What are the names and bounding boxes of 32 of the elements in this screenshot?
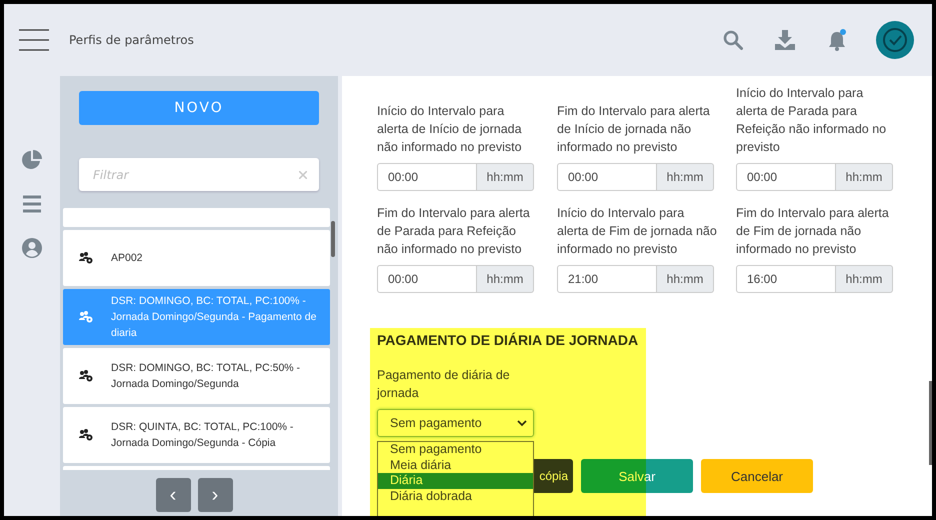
page-title: Perfis de parâmetros bbox=[69, 33, 194, 47]
page-button[interactable]: › bbox=[198, 478, 232, 512]
profile-name: DSR: DOMINGO, BC: TOTAL, PC:100% - Jornada Domingo/Segunda - Pagamento de diaria bbox=[111, 294, 318, 341]
filter-field[interactable]: Filtrar bbox=[79, 158, 319, 191]
unit-addon: hh:mm bbox=[477, 265, 534, 293]
field-label: Início do Intervalo para alerta de Parada para Refeição não informado no previsto bbox=[736, 85, 888, 156]
unit-addon: hh:mm bbox=[836, 163, 893, 191]
profile-item[interactable]: DSR: DOMINGO, BC: TOTAL, PC:50% - Jornada Domingo/Segunda bbox=[63, 348, 330, 404]
field-label: Fim do Intervalo para alerta de Início de jornada não informado no previsto bbox=[557, 103, 711, 156]
unit-addon: hh:mm bbox=[836, 265, 893, 293]
field-label: Fim do Intervalo para alerta de Fim de jornada não informado no previsto bbox=[736, 205, 890, 258]
time-input[interactable]: 00:00 bbox=[557, 163, 657, 191]
field-label: Fim do Intervalo para alerta de Parada para Refeição não informado no previsto bbox=[377, 205, 531, 258]
page-button[interactable]: ‹ bbox=[156, 478, 190, 512]
cancel-button[interactable]: Cancelar bbox=[701, 459, 813, 493]
profile-name: DSR: DOMINGO, BC: TOTAL, PC:50% - Jornada Domingo/Segunda bbox=[111, 361, 302, 392]
time-input[interactable]: 00:00 bbox=[377, 163, 477, 191]
profile-name: DSR: QUINTA, BC: TOTAL, PC:100% - Jornada Domingo/Segunda - Cópia bbox=[111, 420, 294, 451]
unit-addon: hh:mm bbox=[477, 163, 534, 191]
field-label: Pagamento de diária de jornada bbox=[377, 367, 511, 402]
field-label: Início do Intervalo para alerta de Início de jornada não informado no previsto bbox=[377, 103, 523, 156]
time-input[interactable]: 16:00 bbox=[736, 265, 836, 293]
time-input[interactable]: 21:00 bbox=[557, 265, 657, 293]
time-input[interactable]: 00:00 bbox=[377, 265, 477, 293]
time-input[interactable]: 00:00 bbox=[736, 163, 836, 191]
unit-addon: hh:mm bbox=[657, 265, 714, 293]
profile-name: AP002 bbox=[111, 251, 143, 266]
profile-item[interactable]: DSR: QUINTA, BC: TOTAL, PC:100% - Jornada Domingo/Segunda - Cópia bbox=[63, 407, 330, 463]
profile-item[interactable]: AP002 bbox=[63, 230, 330, 286]
field-label: Início do Intervalo para alerta de Fim de jornada não informado no previsto bbox=[557, 205, 717, 258]
unit-addon: hh:mm bbox=[657, 163, 714, 191]
section-title: PAGAMENTO DE DIÁRIA DE JORNADA bbox=[377, 331, 638, 349]
